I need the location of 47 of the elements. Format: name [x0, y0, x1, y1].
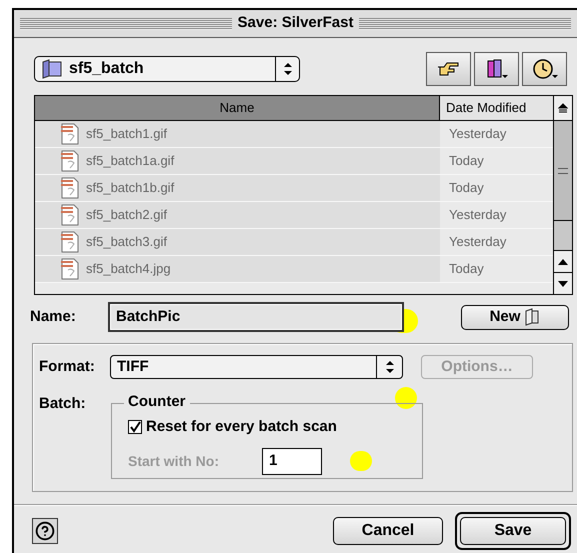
- document-icon: [60, 150, 80, 172]
- reset-checkbox[interactable]: Reset for every batch scan: [128, 416, 422, 438]
- stepper-arrows-icon: [384, 360, 394, 374]
- column-header[interactable]: Name: [35, 96, 440, 120]
- document-icon: [60, 204, 80, 226]
- file-name: sf5_batch2.gif: [86, 206, 167, 224]
- file-name: sf5_batch4.jpg: [86, 260, 171, 278]
- format-popup[interactable]: TIFF: [110, 355, 403, 379]
- scroll-thumb[interactable]: [554, 121, 572, 221]
- document-icon: [60, 177, 80, 199]
- clock-icon: [532, 58, 558, 80]
- stepper-arrows-icon: [282, 62, 292, 76]
- folder-popup[interactable]: sf5_batch: [34, 56, 300, 82]
- new-folder-button[interactable]: New: [461, 304, 569, 330]
- help-icon: [35, 521, 55, 541]
- document-icon: [60, 231, 80, 253]
- toolbar-button[interactable]: [474, 52, 519, 86]
- format-label: Format:: [39, 356, 96, 377]
- file-name: sf5_batch1b.gif: [86, 179, 174, 198]
- name-label: Name:: [30, 306, 77, 327]
- file-name: sf5_batch3.gif: [86, 233, 167, 252]
- window-title: Save: SilverFast: [238, 13, 354, 34]
- file-name: sf5_batch1a.gif: [86, 152, 174, 170]
- cancel-button[interactable]: Cancel: [333, 517, 443, 545]
- name-field[interactable]: BatchPic: [108, 302, 404, 332]
- help-button[interactable]: [32, 518, 58, 544]
- folder-icon: [41, 59, 63, 79]
- document-icon: [60, 123, 80, 145]
- file-date: Today: [448, 179, 485, 198]
- column-header[interactable]: Date Modified: [440, 96, 553, 120]
- document-icon: [60, 258, 80, 280]
- down-arrow-icon: [558, 280, 568, 286]
- file-name: sf5_batch1.gif: [86, 125, 167, 144]
- start-number-label: Start with No:: [128, 452, 220, 470]
- batch-label: Batch:: [39, 394, 87, 414]
- toolbar-button[interactable]: [426, 52, 471, 86]
- sort-direction-icon: [558, 103, 568, 113]
- toolbar-button[interactable]: [522, 52, 567, 86]
- file-date: Yesterday: [448, 233, 508, 252]
- file-date: Today: [448, 152, 485, 170]
- file-date: Yesterday: [448, 125, 508, 144]
- save-button[interactable]: Save: [455, 512, 571, 550]
- file-date: Yesterday: [448, 206, 508, 224]
- file-date: Today: [448, 260, 485, 278]
- up-arrow-icon: [558, 258, 568, 264]
- folder-icon: [524, 308, 540, 326]
- checkmark-icon: [129, 421, 141, 434]
